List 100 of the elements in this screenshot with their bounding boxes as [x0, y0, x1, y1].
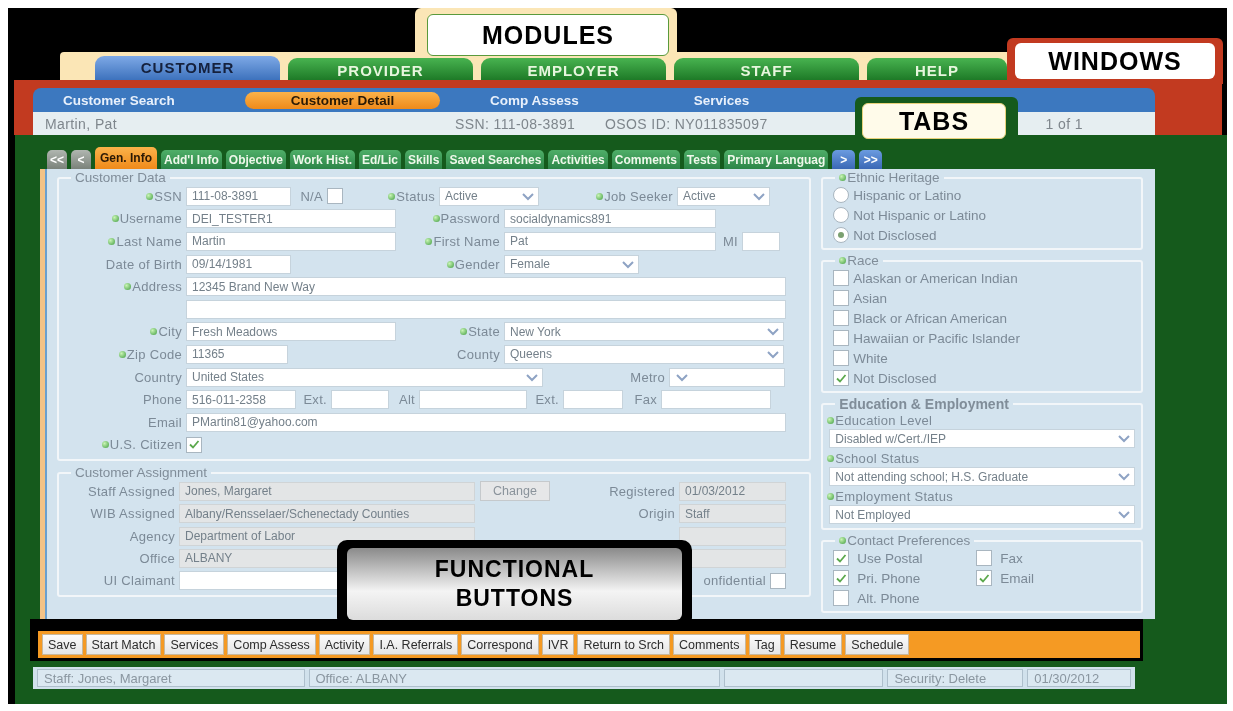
- text-field[interactable]: [742, 232, 780, 251]
- form-tab[interactable]: Activities: [548, 150, 608, 169]
- text-field[interactable]: socialdynamics891: [504, 209, 716, 229]
- checkbox[interactable]: [833, 270, 850, 286]
- next-button[interactable]: >: [832, 150, 856, 169]
- checkbox[interactable]: [833, 290, 850, 306]
- text-field[interactable]: [331, 390, 389, 410]
- checkbox[interactable]: [327, 188, 343, 205]
- toolbar-button[interactable]: Schedule: [845, 634, 910, 655]
- field-label: School Status: [835, 450, 920, 466]
- record-count: 1 of 1: [1045, 115, 1083, 132]
- checkbox[interactable]: [770, 572, 786, 589]
- form-tab[interactable]: Primary Languag: [724, 150, 829, 169]
- checkbox[interactable]: [976, 570, 993, 586]
- form-tab[interactable]: Skills: [405, 150, 443, 169]
- dropdown[interactable]: Not Employed: [829, 505, 1135, 524]
- form-tab[interactable]: Comments: [611, 150, 680, 169]
- text-field[interactable]: [661, 390, 771, 410]
- form-tab[interactable]: Saved Searches: [446, 150, 545, 169]
- option-label: Alt. Phone: [857, 590, 920, 606]
- dropdown[interactable]: [669, 367, 785, 387]
- previous-button[interactable]: <: [71, 150, 91, 169]
- text-field[interactable]: Fresh Meadows: [186, 322, 396, 342]
- toolbar-button[interactable]: Resume: [783, 634, 843, 655]
- radio-button[interactable]: [833, 227, 850, 243]
- module-tab[interactable]: EMPLOYER: [481, 58, 666, 80]
- radio-button[interactable]: [833, 207, 850, 223]
- form-tab[interactable]: Add'l Info: [161, 150, 222, 169]
- field-label: Ext.: [303, 392, 327, 408]
- checkbox[interactable]: [833, 590, 850, 606]
- form-tab[interactable]: Objective: [225, 150, 286, 169]
- dropdown[interactable]: Not attending school; H.S. Graduate: [829, 467, 1135, 486]
- toolbar-button[interactable]: Start Match: [85, 634, 162, 655]
- module-tab[interactable]: CUSTOMER: [95, 56, 280, 80]
- text-field[interactable]: PMartin81@yahoo.com: [186, 412, 786, 432]
- status-office: Office: ALBANY: [308, 669, 720, 687]
- field-label: Gender: [454, 256, 500, 272]
- first-page-button[interactable]: <<: [47, 150, 67, 169]
- checkbox[interactable]: [833, 330, 850, 346]
- module-tab[interactable]: HELP: [867, 58, 1007, 80]
- checkbox[interactable]: [833, 370, 850, 386]
- option-label: Use Postal: [857, 550, 923, 566]
- text-field[interactable]: 12345 Brand New Way: [186, 277, 786, 297]
- nav-tab[interactable]: Customer Search: [63, 91, 245, 109]
- text-field[interactable]: DEI_TESTER1: [186, 209, 396, 229]
- status-security: Security: Delete: [887, 669, 1024, 687]
- module-tab[interactable]: PROVIDER: [288, 58, 473, 80]
- dropdown[interactable]: United States: [186, 367, 543, 387]
- form-tab[interactable]: Ed/Lic: [359, 150, 401, 169]
- option-label: Not Hispanic or Latino: [853, 207, 987, 223]
- toolbar-button[interactable]: Activity: [318, 634, 371, 655]
- checkbox[interactable]: [186, 436, 202, 453]
- text-field[interactable]: 111-08-3891: [186, 186, 291, 206]
- toolbar-button[interactable]: IVR: [541, 634, 575, 655]
- module-tab[interactable]: STAFF: [674, 58, 859, 80]
- dropdown[interactable]: Active: [439, 186, 539, 206]
- toolbar-button[interactable]: Save: [42, 634, 83, 655]
- nav-tab[interactable]: Customer Detail: [245, 91, 440, 109]
- text-field[interactable]: 09/14/1981: [186, 254, 291, 274]
- checkbox[interactable]: [833, 550, 850, 566]
- text-field[interactable]: 516-011-2358: [186, 390, 296, 410]
- toolbar-button[interactable]: Comp Assess: [227, 634, 316, 655]
- checkbox[interactable]: [976, 550, 993, 566]
- toolbar-button[interactable]: Comments: [673, 634, 746, 655]
- form-tab[interactable]: Work Hist.: [289, 150, 355, 169]
- text-field[interactable]: [563, 390, 623, 410]
- last-page-button[interactable]: >>: [859, 150, 883, 169]
- radio-button[interactable]: [833, 187, 850, 203]
- text-field[interactable]: [186, 299, 786, 319]
- dropdown[interactable]: Female: [504, 254, 639, 274]
- dropdown[interactable]: Active: [677, 186, 770, 206]
- chevron-down-icon: [766, 349, 780, 359]
- field-label: City: [158, 324, 182, 340]
- toolbar-button[interactable]: Correspond: [461, 634, 539, 655]
- form-tab[interactable]: Tests: [683, 150, 721, 169]
- annotation-tooltip: TABS: [855, 97, 1018, 141]
- field-label: Employment Status: [835, 488, 954, 504]
- change-button[interactable]: Change: [480, 481, 550, 502]
- dropdown[interactable]: New York: [504, 322, 784, 342]
- nav-tab[interactable]: Comp Assess: [490, 91, 579, 109]
- option-label: Asian: [853, 290, 888, 306]
- text-field[interactable]: Pat: [504, 232, 716, 251]
- option-label: Hawaiian or Pacific Islander: [853, 330, 1020, 346]
- checkbox[interactable]: [833, 310, 850, 326]
- toolbar-button[interactable]: I.A. Referrals: [373, 634, 459, 655]
- osos-id-text: OSOS ID: NY011835097: [605, 115, 768, 132]
- option-label: Hispanic or Latino: [853, 187, 962, 203]
- dropdown[interactable]: Disabled w/Cert./IEP: [829, 429, 1135, 448]
- text-field[interactable]: 11365: [186, 344, 288, 364]
- text-field[interactable]: [419, 390, 527, 410]
- nav-tab[interactable]: Services: [693, 91, 750, 109]
- toolbar-button[interactable]: Return to Srch: [577, 634, 671, 655]
- toolbar-button[interactable]: Services: [164, 634, 225, 655]
- form-tab[interactable]: Gen. Info: [95, 147, 157, 169]
- text-field[interactable]: Martin: [186, 232, 396, 251]
- toolbar-button[interactable]: Tag: [748, 634, 781, 655]
- field-label: First Name: [433, 234, 500, 249]
- checkbox[interactable]: [833, 570, 850, 586]
- checkbox[interactable]: [833, 350, 850, 366]
- dropdown[interactable]: Queens: [504, 344, 784, 364]
